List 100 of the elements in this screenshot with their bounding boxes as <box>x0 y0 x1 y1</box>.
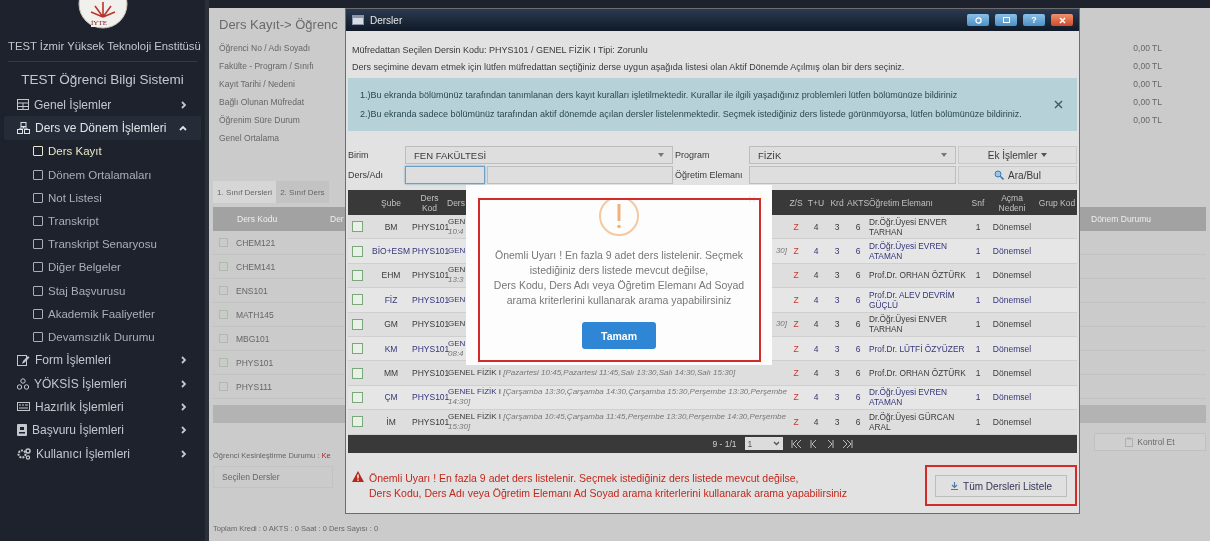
program-select[interactable]: FİZİK <box>749 146 956 164</box>
submenu-item[interactable]: Akademik Faaliyetler <box>0 302 205 326</box>
column-header: Dönem Durumu <box>1091 213 1152 225</box>
square-icon <box>33 239 43 250</box>
menu-item[interactable]: Hazırlık İşlemleri <box>4 395 201 419</box>
expand-icon[interactable] <box>352 221 363 233</box>
table-cell: MBG101 <box>236 333 270 344</box>
page-select[interactable]: 1 <box>744 437 783 450</box>
square-icon <box>33 192 43 203</box>
table-cell-text: Dr.Öğr.Üyesi ENVER TARHAN <box>869 314 948 335</box>
search-button[interactable]: Ara/Bul <box>958 166 1077 184</box>
submenu-item[interactable]: Not Listesi <box>0 186 205 210</box>
ok-button[interactable]: Tamam <box>582 322 656 349</box>
plus-box-icon[interactable] <box>219 382 228 391</box>
table-cell-text: Dönemsel <box>991 392 1033 403</box>
plus-box-icon[interactable] <box>219 238 228 247</box>
menu-item[interactable]: YÖKSİS İşlemleri <box>4 371 201 396</box>
table-cell-text: 3 <box>833 270 841 281</box>
table-cell-text: Prof.Dr. LÜTFİ ÖZYÜZER <box>869 343 966 354</box>
submenu-item[interactable]: Staj Başvurusu <box>0 278 205 303</box>
table-cell-text: Dr.Öğr.Üyesi GÜRCAN ARAL <box>869 411 956 432</box>
menu-item[interactable]: Form İşlemleri <box>4 348 201 372</box>
table-cell-text: 4 <box>812 294 820 305</box>
table-cell-text: 3 <box>833 246 841 257</box>
expand-icon[interactable] <box>352 391 363 403</box>
course-code-field[interactable] <box>405 166 485 184</box>
chevron-right-icon <box>181 426 187 435</box>
square-icon <box>33 262 43 273</box>
expand-icon[interactable] <box>352 269 363 281</box>
submenu-item[interactable]: Devamsızlık Durumu <box>0 325 205 349</box>
square-icon <box>33 169 43 180</box>
column-header: Öğretim Elemanı <box>869 197 933 208</box>
plus-box-icon[interactable] <box>219 334 228 343</box>
instructor-field[interactable] <box>749 166 956 184</box>
table-cell-text: 6 <box>854 392 862 403</box>
amount-text: 0,00 TL <box>1133 97 1162 107</box>
amount-text: 0,00 TL <box>1133 115 1162 125</box>
next-page-icon[interactable] <box>825 438 834 449</box>
unit-select[interactable]: FEN FAKÜLTESİ <box>405 146 673 164</box>
submenu-item[interactable]: Ders Kayıt <box>0 139 205 163</box>
table-cell-text: Dr.Öğr.Üyesi ENVER TARHAN <box>869 216 948 237</box>
square-icon <box>33 331 43 342</box>
square-icon <box>33 308 43 319</box>
expand-icon[interactable] <box>352 318 363 330</box>
expand-icon[interactable] <box>352 367 363 379</box>
expand-icon[interactable] <box>352 245 363 257</box>
plus-box-icon[interactable] <box>219 310 228 319</box>
expand-icon[interactable] <box>352 294 363 306</box>
submenu-item[interactable]: Transkript <box>0 209 205 233</box>
last-page-icon[interactable] <box>841 438 853 449</box>
amount-text: 0,00 TL <box>1133 79 1162 89</box>
tab[interactable]: 2. Sınıf Ders <box>276 181 329 203</box>
previous-page-icon[interactable] <box>809 438 818 449</box>
table-cell-text: 4 <box>812 221 820 232</box>
table-cell-text: 4 <box>812 246 820 257</box>
menu-item[interactable]: Başvuru İşlemleri <box>4 418 201 443</box>
tab[interactable]: 1. Sınıf Dersleri <box>213 181 277 203</box>
window-icon <box>1002 17 1010 23</box>
column-header: Der <box>330 214 344 224</box>
table-cell-text: 3 <box>833 343 841 354</box>
menu-item[interactable]: Genel İşlemler <box>4 93 201 117</box>
table-cell-text: Prof.Dr. ORHAN ÖZTÜRK <box>869 270 967 281</box>
notice-text: 1.)Bu ekranda bölümünüz tarafından tanımlanan ders kayıt kuralları işletilmektedir. Kurallar ile ilgili yaşadığınız problemleri lütfen bölümünüze bildiriniz <box>360 90 959 100</box>
plus-box-icon[interactable] <box>219 286 228 295</box>
extra-actions-button[interactable]: Ek İşlemler <box>958 146 1077 164</box>
field-label: Program <box>675 149 711 162</box>
field-label: Ders/Adı <box>348 169 384 182</box>
refresh-button[interactable] <box>967 14 989 26</box>
table-cell-text: GM <box>383 319 399 330</box>
table-cell-text: Z <box>792 416 800 427</box>
list-all-button[interactable]: Tüm Dersleri Listele <box>935 475 1067 497</box>
expand-icon[interactable] <box>352 343 363 355</box>
column-header: Ders Kodu <box>237 214 279 224</box>
column-header: Şube <box>380 197 402 208</box>
check-button[interactable]: Kontrol Et <box>1094 433 1206 451</box>
submenu-item[interactable]: Transkript Senaryosu <box>0 232 205 256</box>
maximize-button[interactable] <box>995 14 1017 26</box>
course-name: GENEL FİZİK I [Çarşamba 13:30,Çarşamba 14:30,Çarşamba 15:30,Perşembe 13:30,Perşembe 14:30] <box>448 387 787 408</box>
plus-box-icon[interactable] <box>219 358 228 367</box>
table-cell-text: Dr.Öğr.Üyesi EVREN ATAMAN <box>869 387 948 408</box>
submenu-item[interactable]: Dönem Ortalamaları <box>0 162 205 187</box>
table-cell-text: 1 <box>974 246 982 257</box>
table-cell: PHYS101 <box>412 416 447 427</box>
caret-icon <box>1041 153 1048 157</box>
table-cell-text: Z <box>792 270 800 281</box>
table-cell: ENS101 <box>236 285 268 296</box>
submenu-item[interactable]: Diğer Belgeler <box>0 255 205 279</box>
course-name-field[interactable] <box>487 166 673 184</box>
table-cell-text: 6 <box>854 343 862 354</box>
close-button[interactable] <box>1051 14 1073 26</box>
plus-box-icon[interactable] <box>219 262 228 271</box>
expand-icon[interactable] <box>352 416 363 428</box>
menu-item[interactable]: Kullanıcı İşlemleri <box>4 442 201 466</box>
first-page-icon[interactable] <box>790 438 802 449</box>
warning-icon <box>597 198 641 238</box>
table-cell-text: Z <box>792 246 800 257</box>
menu-item[interactable]: Ders ve Dönem İşlemleri <box>4 116 201 140</box>
table-cell-text: 1 <box>974 319 982 330</box>
table-cell-text: Z <box>792 294 800 305</box>
table-cell-text: 6 <box>854 270 862 281</box>
